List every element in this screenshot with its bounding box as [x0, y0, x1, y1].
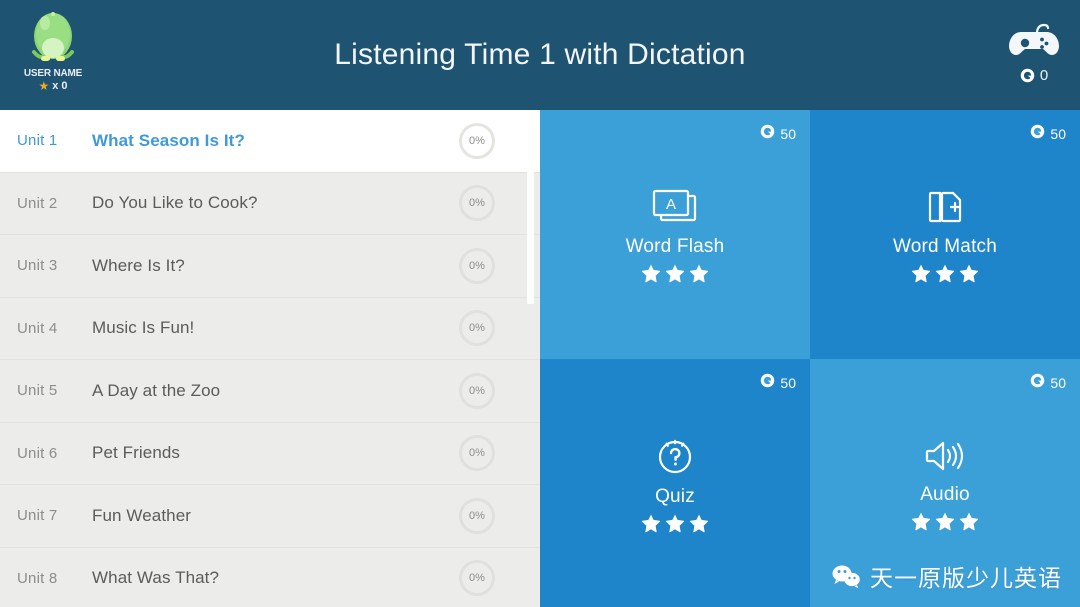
word-match-document-plus-icon: [921, 185, 969, 229]
tile-cost-value: 50: [1050, 374, 1066, 391]
unit-row[interactable]: Unit 4 Music Is Fun! 0%: [0, 297, 540, 360]
star-icon: [665, 513, 685, 533]
coin-icon: [1030, 373, 1045, 393]
tile-star-rating: [641, 263, 709, 283]
app-header: USER NAME ★ x 0 Listening Time 1 with Di…: [0, 0, 1080, 110]
unit-row[interactable]: Unit 8 What Was That? 0%: [0, 547, 540, 607]
tile-cost: 50: [760, 373, 796, 393]
star-icon: [689, 263, 709, 283]
unit-number: Unit 6: [17, 444, 58, 462]
unit-row[interactable]: Unit 2 Do You Like to Cook? 0%: [0, 172, 540, 235]
tile-label: Audio: [920, 483, 970, 505]
tile-cost-value: 50: [1050, 126, 1066, 142]
tile-label: Word Match: [892, 236, 998, 258]
star-icon: [911, 511, 931, 531]
game-controller-block[interactable]: 0: [1008, 22, 1060, 84]
unit-progress-badge: 0%: [459, 497, 495, 534]
unit-list-sidebar[interactable]: Unit 1 What Season Is It? 0% Unit 2 Do You L…: [0, 110, 540, 607]
tile-star-rating: [641, 513, 709, 533]
app-root: USER NAME ★ x 0 Listening Time 1 with Di…: [0, 0, 1080, 607]
star-icon: [641, 263, 661, 283]
sidebar-scrollbar-thumb[interactable]: [527, 112, 534, 304]
unit-progress-badge: 0%: [459, 310, 495, 347]
coin-icon: [760, 373, 775, 393]
unit-row[interactable]: Unit 5A Day at the Zoo 0%: [0, 360, 540, 423]
activity-tile-grid: 50 A Word Flash 50 Word Match 50 Quiz 50 Audio: [540, 110, 1080, 607]
game-controller-icon[interactable]: [1008, 22, 1060, 65]
tile-star-rating: [911, 263, 979, 283]
tile-cost: 50: [1030, 124, 1066, 144]
unit-number: Unit 3: [17, 257, 58, 275]
green-egg-character-avatar-icon: [29, 8, 77, 66]
star-icon: [689, 513, 709, 533]
unit-list: Unit 1 What Season Is It? 0% Unit 2 Do You L…: [0, 110, 540, 607]
unit-number: Unit 4: [17, 319, 58, 337]
tile-label: Word Flash: [625, 236, 725, 258]
unit-progress-badge: 0%: [459, 122, 495, 159]
unit-number: Unit 2: [17, 194, 58, 212]
unit-progress-badge: 0%: [459, 435, 495, 472]
tile-cost: 50: [1030, 373, 1066, 393]
user-avatar-block[interactable]: USER NAME ★ x 0: [17, 8, 89, 104]
tile-cost: 50: [760, 124, 796, 144]
unit-number: Unit 8: [17, 569, 58, 587]
activity-tile-word-flash[interactable]: 50 A Word Flash: [540, 110, 810, 359]
star-icon: [641, 513, 661, 533]
coin-icon: [1020, 68, 1035, 83]
avatar-star-count: x 0: [52, 80, 68, 92]
activity-tile-quiz[interactable]: 50 Quiz: [540, 358, 810, 607]
unit-number: Unit 5: [17, 382, 58, 400]
star-icon: ★: [38, 79, 50, 93]
tile-label: Quiz: [655, 485, 695, 507]
star-icon: [959, 511, 979, 531]
tile-cost-value: 50: [780, 374, 796, 391]
svg-text:A: A: [666, 196, 676, 213]
sidebar-scrollbar[interactable]: [527, 110, 534, 607]
star-icon: [935, 511, 955, 531]
unit-progress-badge: 0%: [459, 372, 495, 409]
unit-row[interactable]: Unit 1 What Season Is It? 0%: [0, 110, 540, 173]
star-icon: [665, 263, 685, 283]
coin-icon: [1030, 124, 1045, 144]
avatar-username: USER NAME: [23, 68, 83, 79]
star-icon: [959, 263, 979, 283]
activity-tile-word-match[interactable]: 50 Word Match: [810, 110, 1080, 359]
unit-progress-badge: 0%: [459, 247, 495, 284]
unit-number: Unit 1: [17, 132, 58, 150]
unit-row[interactable]: Unit 3 Where Is It? 0%: [0, 235, 540, 298]
unit-progress-badge: 0%: [459, 185, 495, 222]
star-icon: [911, 263, 931, 283]
coin-amount: 0: [1039, 67, 1049, 84]
star-icon: [935, 263, 955, 283]
coin-row: 0: [1020, 67, 1048, 84]
word-flash-cards-icon: A: [649, 185, 701, 229]
quiz-question-mark-icon: [652, 433, 698, 479]
tile-cost-value: 50: [780, 126, 796, 142]
unit-row[interactable]: Unit 6 Pet Friends 0%: [0, 422, 540, 485]
activity-tile-audio[interactable]: 50 Audio: [810, 358, 1080, 607]
tile-star-rating: [911, 511, 979, 531]
avatar-star-row: ★ x 0: [38, 80, 67, 92]
unit-progress-badge: 0%: [459, 560, 495, 597]
coin-icon: [760, 124, 775, 144]
unit-row[interactable]: Unit 7 Fun Weather 0%: [0, 485, 540, 548]
audio-speaker-icon: [920, 435, 970, 477]
unit-number: Unit 7: [17, 507, 58, 525]
page-title: Listening Time 1 with Dictation: [334, 38, 746, 71]
